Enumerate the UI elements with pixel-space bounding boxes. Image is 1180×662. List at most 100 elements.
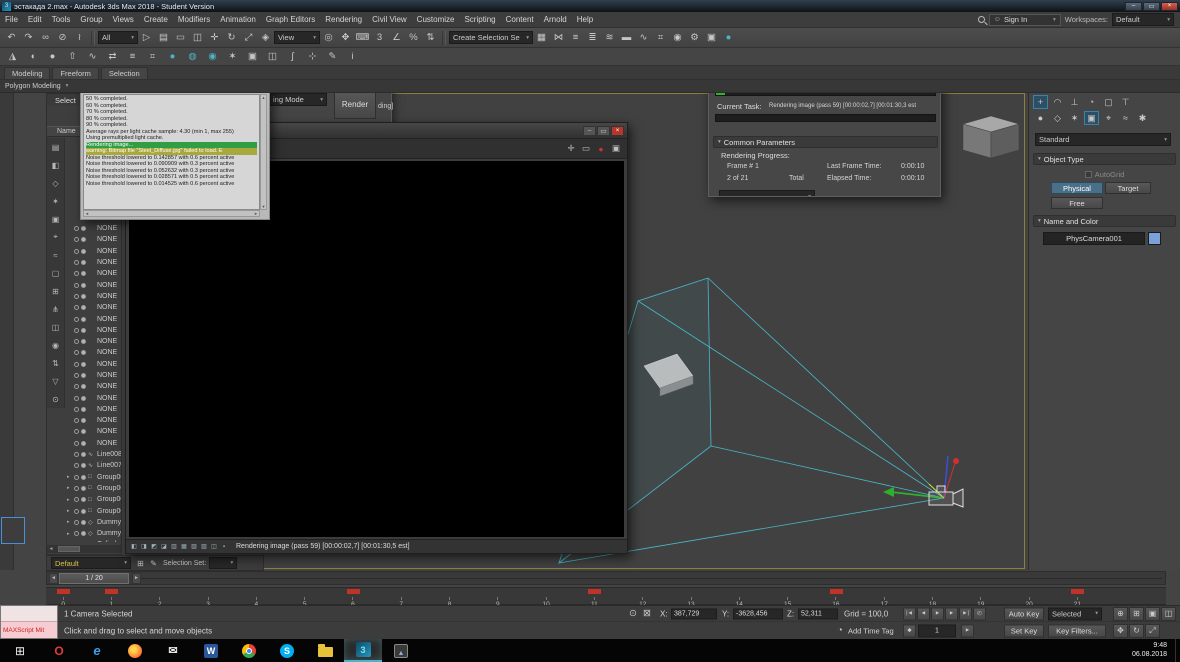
menu-item[interactable]: Modifiers (173, 12, 215, 27)
unlink-selection-icon[interactable]: ⊘ (54, 30, 71, 46)
maxscript-listener-top[interactable] (1, 606, 57, 622)
freeze-toggle-icon[interactable] (81, 327, 86, 333)
next-frame-arrow[interactable]: ► (132, 572, 141, 584)
explorer-row[interactable]: NONE (65, 302, 121, 313)
vfb-status-icon[interactable]: ▥ (169, 542, 179, 552)
freeze-toggle-icon[interactable] (81, 531, 86, 537)
menu-item[interactable]: Help (572, 12, 598, 27)
vfb-region-render-icon[interactable]: ▭ (579, 142, 593, 156)
explorer-display-bones-icon[interactable]: ⋔ (49, 300, 63, 318)
select-and-link-icon[interactable]: ∞ (37, 30, 54, 46)
explorer-row[interactable]: NONE (65, 336, 121, 347)
paint-icon[interactable]: ✎ (324, 49, 341, 65)
hide-toggle-icon[interactable] (74, 271, 79, 277)
object-class-dropdown[interactable]: Standard ▾ (1035, 133, 1171, 146)
key-filters-button[interactable]: Key Filters... (1048, 624, 1106, 637)
explorer-row[interactable]: NONE (65, 392, 121, 403)
close-button[interactable]: × (1161, 1, 1178, 11)
explorer-row[interactable]: NONE (65, 279, 121, 290)
expand-arrow-icon[interactable]: ▸ (67, 485, 72, 491)
key-set-dropdown[interactable]: Selected ▾ (1048, 607, 1102, 620)
scroll-thumb[interactable] (58, 546, 80, 552)
zoom-icon[interactable]: ⊕ (1113, 606, 1128, 621)
time-slider-track[interactable] (141, 577, 1162, 579)
select-and-place-icon[interactable]: ◈ (257, 30, 274, 46)
time-configuration-button[interactable]: ◴ (973, 607, 986, 620)
explorer-display-materials-icon[interactable]: ◉ (49, 336, 63, 354)
taskbar-app-opera[interactable]: O (40, 639, 78, 662)
teal-shaded-sphere-icon[interactable]: ◍ (184, 49, 201, 65)
autogrid-checkbox[interactable] (1084, 171, 1092, 178)
use-pivot-center-icon[interactable]: ◎ (320, 30, 337, 46)
hide-toggle-icon[interactable] (74, 327, 79, 333)
explorer-display-containers-icon[interactable]: ◫ (49, 318, 63, 336)
vfb-status-icon[interactable]: ◨ (139, 542, 149, 552)
freeze-toggle-icon[interactable] (81, 305, 86, 311)
camera-icon[interactable]: ▣ (244, 49, 261, 65)
object-type-rollout[interactable]: ▾ Object Type (1033, 153, 1176, 165)
angle-snap-icon[interactable]: ∠ (388, 30, 405, 46)
hide-toggle-icon[interactable] (74, 361, 79, 367)
taskbar-app-mail[interactable]: ✉ (154, 639, 192, 662)
freeze-toggle-icon[interactable] (81, 260, 86, 266)
vfb-status-icon[interactable]: ◫ (209, 542, 219, 552)
hide-toggle-icon[interactable] (74, 248, 79, 254)
graph-icon[interactable]: ∿ (84, 49, 101, 65)
search-icon[interactable] (977, 16, 985, 23)
explorer-row[interactable]: ▸ □ Group00... (65, 483, 121, 494)
y-coordinate-field[interactable]: -3628,456 (733, 608, 783, 619)
toggle-scene-explorer-icon[interactable]: ≣ (584, 30, 601, 46)
redo-icon[interactable]: ↷ (20, 30, 37, 46)
menu-item[interactable]: Edit (23, 12, 47, 27)
capsule-icon[interactable]: ◖ (24, 49, 41, 65)
menu-item[interactable]: File (0, 12, 23, 27)
selection-filter-dropdown[interactable]: All ▾ (98, 31, 138, 44)
explorer-row[interactable]: ▸ □ Group00... (65, 472, 121, 483)
reference-coordinate-dropdown[interactable]: View ▾ (274, 31, 320, 44)
schematic-view-icon[interactable]: ⌗ (652, 30, 669, 46)
maxscript-mini-listener[interactable]: MAXScript Mit (0, 605, 58, 639)
explorer-display-shapes-icon[interactable]: ◇ (49, 174, 63, 192)
curve-icon[interactable]: ∫ (284, 49, 301, 65)
target-camera-button[interactable]: Target (1105, 182, 1151, 194)
freeze-toggle-icon[interactable] (81, 406, 86, 412)
light-icon[interactable]: ✶ (224, 49, 241, 65)
hide-toggle-icon[interactable] (74, 339, 79, 345)
freeze-toggle-icon[interactable] (81, 237, 86, 243)
vray-hscrollbar[interactable]: ◄ ► (83, 210, 260, 217)
workspaces-dropdown[interactable]: Default ▾ (1112, 13, 1174, 26)
freeze-toggle-icon[interactable] (81, 452, 86, 458)
common-parameters-rollout[interactable]: ▾ Common Parameters (713, 136, 938, 148)
explorer-display-geometry-icon[interactable]: ◧ (49, 156, 63, 174)
previous-frame-arrow[interactable]: ◄ (49, 572, 58, 584)
edit-selection-set-icon[interactable]: ✎ (147, 557, 160, 570)
explorer-row[interactable]: ▸ ◇ Dummy00... (65, 517, 121, 528)
zoom-all-icon[interactable]: ⊞ (1129, 606, 1144, 621)
frame-spinner-up[interactable]: ► (961, 624, 974, 637)
isolate-selection-icon[interactable]: ⊙ (626, 606, 640, 622)
hide-toggle-icon[interactable] (74, 406, 79, 412)
hide-toggle-icon[interactable] (74, 226, 79, 232)
utilities-tab-icon[interactable]: ⊤ (1118, 95, 1133, 109)
selection-lock-toggle-icon[interactable]: ⊠ (640, 606, 654, 622)
maximize-button[interactable]: ▭ (597, 125, 610, 136)
mirror-icon[interactable]: ⋈ (550, 30, 567, 46)
hide-toggle-icon[interactable] (74, 463, 79, 469)
freeze-toggle-icon[interactable] (81, 282, 86, 288)
swap-ab-icon[interactable]: ⇄ (104, 49, 121, 65)
clipped-dropdown[interactable]: ▾ (719, 190, 815, 196)
show-desktop-button[interactable] (1175, 639, 1180, 662)
explorer-row[interactable]: NONE (65, 234, 121, 245)
hide-toggle-icon[interactable] (74, 474, 79, 480)
modify-tab-icon[interactable]: ◠ (1050, 95, 1065, 109)
go-to-start-button[interactable]: |◄ (903, 607, 916, 620)
toggle-ribbon-icon[interactable]: ▬ (618, 30, 635, 46)
explorer-row[interactable]: NONE (65, 291, 121, 302)
select-and-manipulate-icon[interactable]: ✥ (337, 30, 354, 46)
explorer-select-menu[interactable]: Select (55, 96, 76, 105)
freeze-toggle-icon[interactable] (81, 339, 86, 345)
hide-toggle-icon[interactable] (74, 373, 79, 378)
pan-icon[interactable]: ✥ (1113, 623, 1128, 638)
geometry-category-icon[interactable]: ● (1033, 111, 1048, 125)
layers-icon[interactable]: ≡ (124, 49, 141, 65)
